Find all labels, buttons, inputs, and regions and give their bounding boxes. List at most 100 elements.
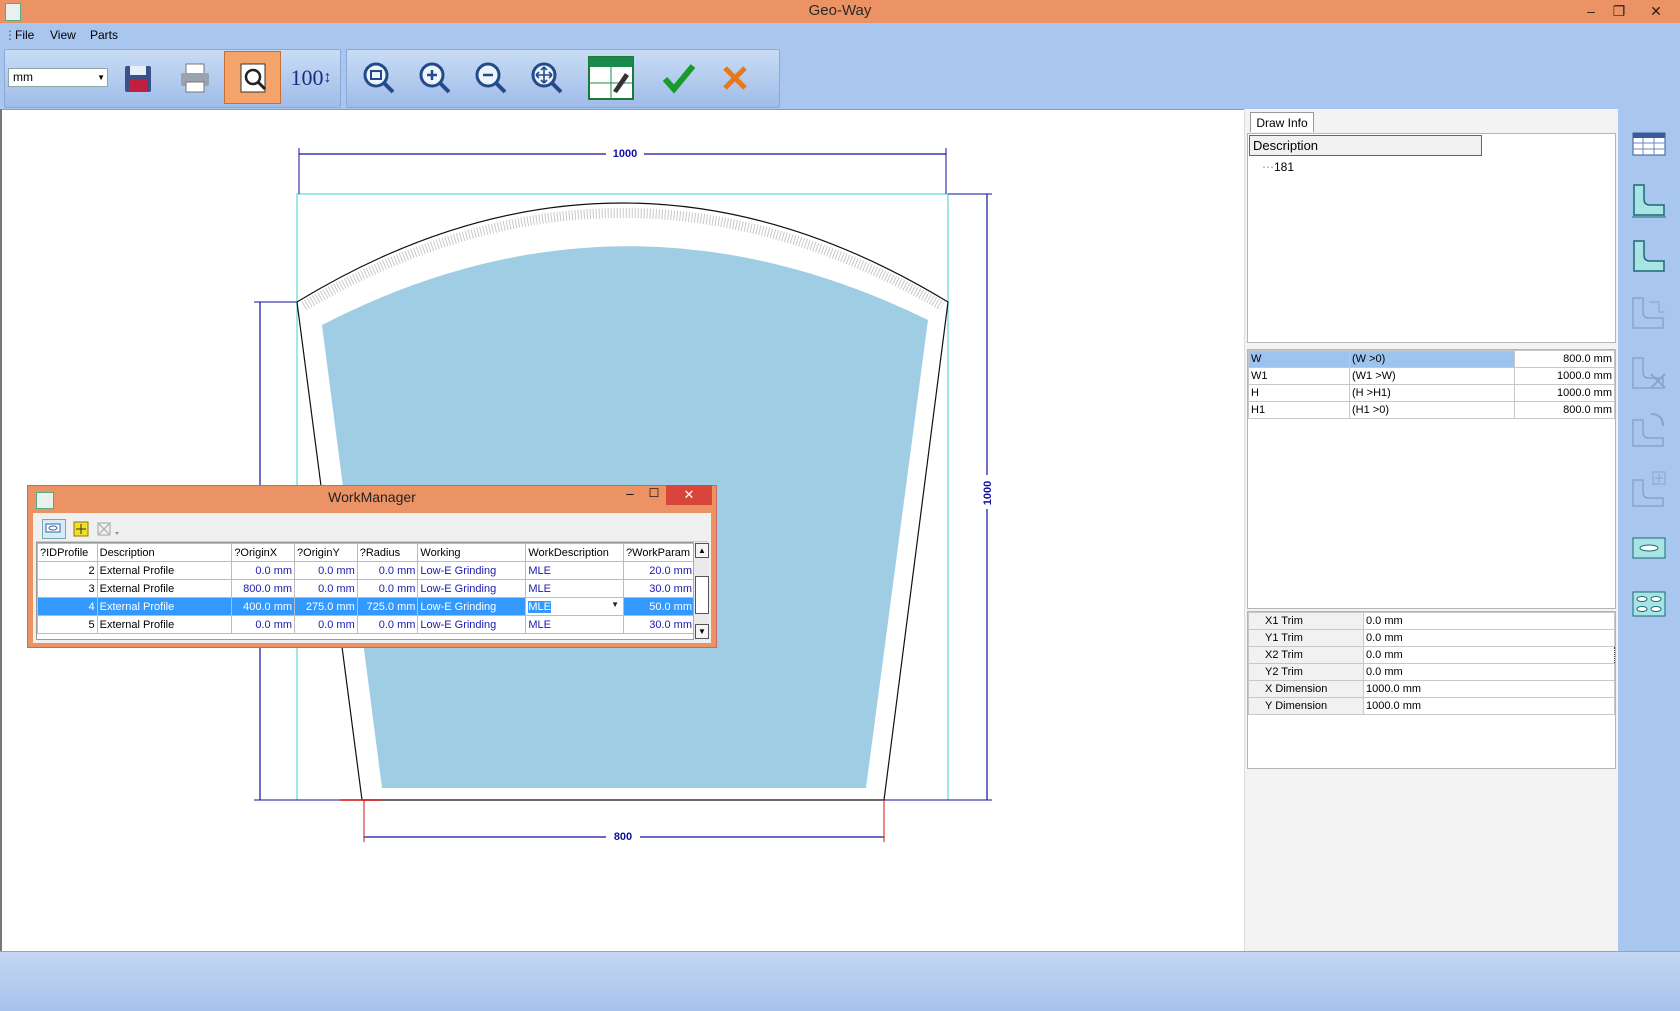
cell-workdescription[interactable]: MLE	[525, 579, 625, 598]
zoom-in-button[interactable]	[408, 51, 462, 104]
column-header[interactable]: Description	[96, 543, 233, 562]
menu-view[interactable]: View	[50, 28, 76, 42]
param-value[interactable]: 1000.0 mm	[1514, 384, 1615, 402]
trim-row[interactable]: Y1 Trim 0.0 mm	[1248, 629, 1615, 647]
zoom-100-button[interactable]: 100 ↕	[284, 51, 338, 104]
zoom-window-button[interactable]	[352, 51, 406, 104]
wm-view-button[interactable]	[42, 519, 66, 539]
draw-info-button[interactable]	[584, 51, 638, 104]
cell-working[interactable]: Low-E Grinding	[417, 561, 527, 580]
description-header[interactable]: Description	[1249, 135, 1482, 156]
cell-originx[interactable]: 0.0 mm	[231, 561, 296, 580]
trim-value[interactable]: 1000.0 mm	[1363, 680, 1615, 698]
trim-value[interactable]: 0.0 mm	[1363, 663, 1615, 681]
menu-file[interactable]: File	[15, 28, 34, 42]
tab-draw-info[interactable]: Draw Info	[1250, 112, 1314, 132]
save-button[interactable]	[112, 51, 166, 104]
trim-value[interactable]: 0.0 mm	[1363, 612, 1615, 630]
param-name: W1	[1248, 367, 1350, 385]
param-row[interactable]: H (H >H1) 1000.0 mm	[1248, 384, 1615, 402]
param-value[interactable]: 800.0 mm	[1514, 401, 1615, 419]
cell-working[interactable]: Low-E Grinding	[417, 579, 527, 598]
cell-workdescription-dropdown[interactable]: MLE ▼	[525, 597, 625, 616]
profile-delete-button[interactable]	[1625, 350, 1673, 398]
param-row[interactable]: W1 (W1 >W) 1000.0 mm	[1248, 367, 1615, 385]
wm-vertical-scrollbar[interactable]: ▲ ▼	[693, 542, 709, 640]
column-header[interactable]: ?OriginX	[231, 543, 296, 562]
close-button[interactable]: ✕	[1642, 0, 1670, 22]
cell-originx[interactable]: 0.0 mm	[231, 615, 296, 634]
wm-minimize-button[interactable]: –	[618, 486, 642, 504]
menu-bar	[0, 23, 1680, 47]
table-row[interactable]: 5 External Profile 0.0 mm 0.0 mm 0.0 mm …	[37, 615, 695, 634]
trim-row[interactable]: X Dimension 1000.0 mm	[1248, 680, 1615, 698]
cell-originy[interactable]: 0.0 mm	[294, 615, 358, 634]
cell-radius[interactable]: 0.0 mm	[356, 561, 419, 580]
scroll-up-icon[interactable]: ▲	[695, 543, 709, 558]
scroll-thumb[interactable]	[695, 576, 709, 614]
profile-multi-button[interactable]	[1625, 290, 1673, 338]
param-row[interactable]: W (W >0) 800.0 mm	[1248, 350, 1615, 368]
cell-workparam[interactable]: 30.0 mm	[623, 579, 695, 598]
column-header[interactable]: ?OriginY	[294, 543, 358, 562]
trim-row[interactable]: Y Dimension 1000.0 mm	[1248, 697, 1615, 715]
scroll-down-icon[interactable]: ▼	[695, 624, 709, 639]
cancel-button[interactable]	[708, 51, 762, 104]
cell-working[interactable]: Low-E Grinding	[417, 615, 527, 634]
column-header[interactable]: ?IDProfile	[37, 543, 98, 562]
column-header[interactable]: ?WorkParam	[623, 543, 695, 562]
table-row[interactable]: 2 External Profile 0.0 mm 0.0 mm 0.0 mm …	[37, 561, 695, 580]
table-row[interactable]: 3 External Profile 800.0 mm 0.0 mm 0.0 m…	[37, 579, 695, 598]
trim-row[interactable]: Y2 Trim 0.0 mm	[1248, 663, 1615, 681]
trim-row[interactable]: X2 Trim 0.0 mm	[1248, 646, 1615, 664]
tree-item[interactable]: ⋯181	[1262, 160, 1294, 174]
slot-button[interactable]	[1625, 524, 1673, 572]
profile-shape-button[interactable]	[1625, 232, 1673, 280]
profile-add-button[interactable]	[1625, 466, 1673, 514]
cell-originy[interactable]: 275.0 mm	[294, 597, 358, 616]
zoom-pan-button[interactable]	[520, 51, 574, 104]
cell-workdescription[interactable]: MLE	[525, 561, 625, 580]
cell-originx[interactable]: 800.0 mm	[231, 579, 296, 598]
cell-radius[interactable]: 0.0 mm	[356, 579, 419, 598]
profile-multi-icon	[1632, 297, 1665, 329]
wm-close-button[interactable]: ✕	[666, 485, 712, 505]
trim-row[interactable]: X1 Trim 0.0 mm	[1248, 612, 1615, 630]
cell-workparam[interactable]: 30.0 mm	[623, 615, 695, 634]
column-header[interactable]: WorkDescription	[525, 543, 625, 562]
param-value[interactable]: 1000.0 mm	[1514, 367, 1615, 385]
table-row-selected[interactable]: 4 External Profile 400.0 mm 275.0 mm 725…	[37, 597, 695, 616]
trim-value[interactable]: 1000.0 mm	[1363, 697, 1615, 715]
trim-value[interactable]: 0.0 mm	[1363, 629, 1615, 647]
print-button[interactable]	[168, 51, 222, 104]
column-header[interactable]: Working	[417, 543, 527, 562]
zoom-out-button[interactable]	[464, 51, 518, 104]
cell-originy[interactable]: 0.0 mm	[294, 579, 358, 598]
table-view-button[interactable]	[1625, 120, 1673, 168]
param-row[interactable]: H1 (H1 >0) 800.0 mm	[1248, 401, 1615, 419]
confirm-button[interactable]	[652, 51, 706, 104]
param-value[interactable]: 800.0 mm	[1514, 350, 1615, 368]
profile-dimension-button[interactable]	[1625, 176, 1673, 224]
cell-workparam[interactable]: 50.0 mm	[623, 597, 695, 616]
restore-button[interactable]: ❐	[1605, 0, 1633, 22]
cell-originx[interactable]: 400.0 mm	[231, 597, 296, 616]
profile-edit-button[interactable]	[1625, 406, 1673, 454]
cell-workdescription[interactable]: MLE	[525, 615, 625, 634]
cell-radius[interactable]: 725.0 mm	[356, 597, 419, 616]
menu-parts[interactable]: Parts	[90, 28, 118, 42]
column-header[interactable]: ?Radius	[356, 543, 419, 562]
wm-delete-button[interactable]	[96, 520, 126, 538]
preview-button[interactable]	[224, 51, 281, 104]
cell-originy[interactable]: 0.0 mm	[294, 561, 358, 580]
minimize-button[interactable]: –	[1577, 0, 1605, 22]
cell-workparam[interactable]: 20.0 mm	[623, 561, 695, 580]
wm-add-button[interactable]	[72, 520, 90, 538]
holes-button[interactable]	[1625, 580, 1673, 628]
wm-maximize-button[interactable]: ☐	[642, 486, 666, 504]
save-icon	[125, 65, 151, 92]
trim-value[interactable]: 0.0 mm	[1363, 646, 1615, 664]
cell-radius[interactable]: 0.0 mm	[356, 615, 419, 634]
cell-working[interactable]: Low-E Grinding	[417, 597, 527, 616]
unit-select[interactable]: mm ▼	[8, 68, 108, 87]
